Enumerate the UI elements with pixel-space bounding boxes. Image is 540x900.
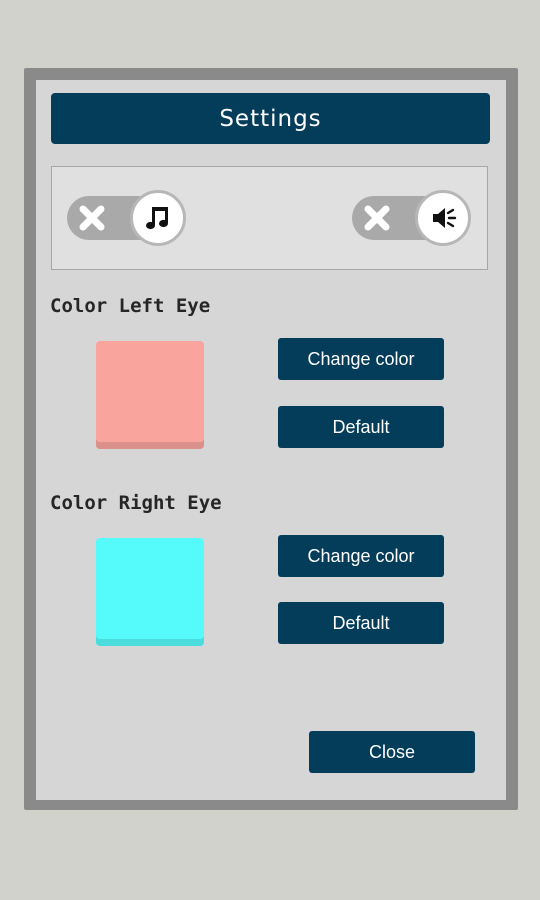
app-screen: Settings Color Left Eye Change color Def…	[0, 0, 540, 900]
speaker-icon	[433, 208, 457, 228]
audio-toggles-panel	[51, 166, 488, 270]
mute-x-icon	[79, 205, 105, 231]
dialog-title: Settings	[51, 93, 490, 144]
right-eye-change-color-button[interactable]: Change color	[278, 535, 444, 577]
right-eye-color-swatch	[96, 538, 204, 646]
left-eye-default-button[interactable]: Default	[278, 406, 444, 448]
mute-x-icon	[364, 205, 390, 231]
music-toggle-knob	[130, 190, 186, 246]
left-eye-color-swatch	[96, 341, 204, 449]
sound-toggle-knob	[415, 190, 471, 246]
music-toggle[interactable]	[67, 190, 187, 246]
right-eye-label: Color Right Eye	[50, 492, 222, 514]
close-button[interactable]: Close	[309, 731, 475, 773]
music-note-icon	[146, 207, 168, 230]
left-eye-label: Color Left Eye	[50, 295, 211, 317]
left-eye-change-color-button[interactable]: Change color	[278, 338, 444, 380]
sound-toggle[interactable]	[352, 190, 472, 246]
right-eye-default-button[interactable]: Default	[278, 602, 444, 644]
